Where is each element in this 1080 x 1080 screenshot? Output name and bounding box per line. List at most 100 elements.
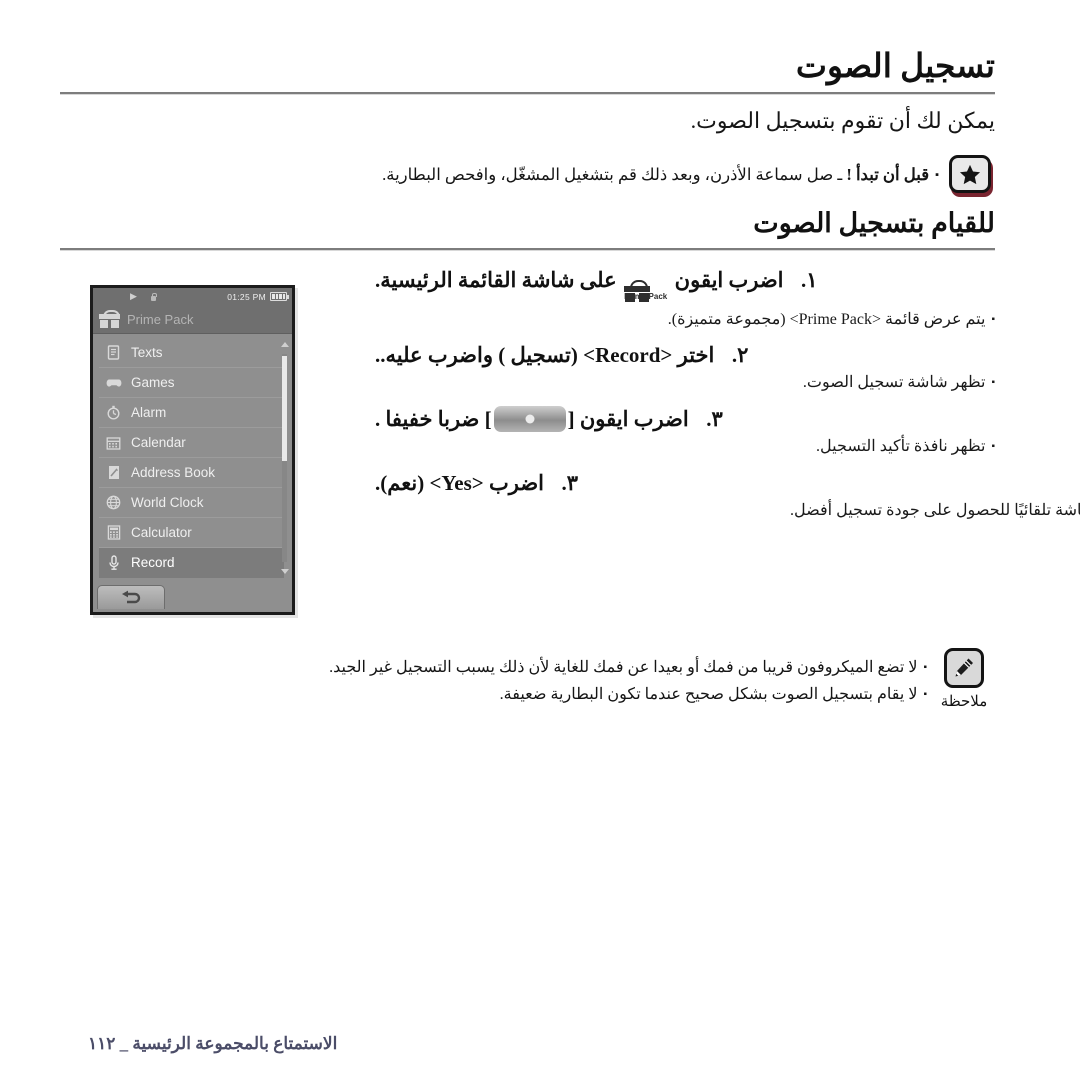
intro-paragraph: يمكن لك أن تقوم بتسجيل الصوت. — [690, 108, 995, 133]
play-icon: ▶ — [130, 291, 137, 301]
device-menu-label: Calendar — [131, 435, 186, 450]
device-title-bar: Prime Pack — [93, 305, 292, 334]
tip-body: ـ صل سماعة الأذرن، وبعد ذلك قم بتشغيل ال… — [382, 165, 843, 184]
device-menu-item-games[interactable]: Games — [99, 368, 284, 398]
manual-page: تسجيل الصوت يمكن لك أن تقوم بتسجيل الصوت… — [0, 0, 1080, 1080]
lock-icon — [150, 292, 157, 301]
step-4: ٣. اضرب <Yes> (نعم). — [375, 471, 995, 496]
step-4-note-text: يبدأ التسجيل ويتم إيقاف الشاشة تلقائيًا … — [790, 501, 1080, 519]
step-text: اختر <Record> (تسجيل ) واضرب عليه.. — [375, 343, 715, 368]
step-text: اضرب ايقون Prime Packعلى شاشة القائمة الر… — [375, 268, 784, 305]
bullet-square: ▪ — [991, 377, 995, 389]
footer-text: الاستمتاع بالمجموعة الرئيسية — [132, 1034, 338, 1053]
step-1-post: على شاشة القائمة الرئيسية. — [375, 268, 617, 292]
pen-note-icon — [955, 658, 973, 677]
device-menu-item-world-clock[interactable]: World Clock — [99, 488, 284, 518]
step-number: ٣. — [561, 470, 578, 495]
step-1-note: ▪ يتم عرض قائمة <Prime Pack> (مجموعة متمي… — [375, 308, 995, 331]
step-number: ٢. — [731, 343, 749, 368]
back-arrow-icon — [122, 590, 141, 603]
device-menu-label: Record — [131, 555, 175, 570]
step-3: ٣. اضرب ايقون [ ] ضربا خفيفا . — [375, 406, 995, 433]
device-menu-item-address-book[interactable]: Address Book — [99, 458, 284, 488]
step-4-note: ▪يبدأ التسجيل ويتم إيقاف الشاشة تلقائيًا… — [375, 499, 1080, 522]
back-button[interactable] — [97, 585, 165, 609]
calendar-icon — [105, 434, 122, 451]
tip-text: ▪ قبل أن تبدأ ! ـ صل سماعة الأذرن، وبعد ذ… — [60, 155, 939, 188]
device-menu-item-texts[interactable]: Texts — [99, 338, 284, 368]
device-screen-mockup: ▶ 01:25 PM Prime Pack Texts Games Alarm … — [90, 285, 295, 615]
step-text: اضرب <Yes> (نعم). — [375, 470, 544, 495]
globe-icon — [105, 494, 122, 511]
bullet-square: ▪ — [991, 314, 995, 325]
bullet-square: ▪ — [923, 689, 927, 701]
step-1: ١. اضرب ايقون Prime Packعلى شاشة القائمة … — [375, 268, 995, 305]
step-2-note: ▪ تظهر شاشة تسجيل الصوت. — [375, 371, 995, 394]
device-menu-item-record[interactable]: Record — [99, 548, 284, 578]
device-menu-item-calculator[interactable]: Calculator — [99, 518, 284, 548]
calculator-icon — [105, 524, 122, 541]
status-clock: 01:25 PM — [227, 291, 266, 302]
bullet-square: ▪ — [991, 441, 995, 453]
note-badge: ملاحظة — [933, 648, 995, 711]
step-number: ١. — [801, 268, 818, 292]
device-menu-label: Texts — [131, 345, 163, 360]
note-badge-face — [944, 648, 984, 688]
step-3-pre: اضرب ايقون [ — [567, 407, 689, 432]
note-line: ▪ لا يقام بتسجيل الصوت بشكل صحيح عندما تك… — [60, 681, 927, 708]
scrollbar-thumb[interactable] — [282, 356, 287, 461]
step-3-post: ] ضربا خفيفا . — [375, 407, 492, 432]
star-badge — [949, 155, 995, 197]
device-title-label: Prime Pack — [127, 311, 194, 327]
section-divider — [60, 248, 995, 251]
bullet-square: ▪ — [923, 662, 927, 673]
tip-lead: قبل أن تبدأ ! — [846, 165, 930, 184]
page-number: ١١٢ — [88, 1034, 116, 1053]
step-3-note-text: تظهر نافذة تأكيد التسجيل. — [816, 438, 986, 456]
star-icon — [959, 164, 981, 184]
note-line: ▪ لا تضع الميكروفون قريبا من فمك أو بعيدا… — [60, 654, 927, 681]
device-menu-item-alarm[interactable]: Alarm — [99, 398, 284, 428]
device-menu-label: Address Book — [131, 465, 216, 480]
record-button-icon — [493, 406, 566, 433]
before-you-start-tip: ▪ قبل أن تبدأ ! ـ صل سماعة الأذرن، وبعد ذ… — [60, 155, 995, 197]
step-2: ٢. اختر <Record> (تسجيل ) واضرب عليه.. — [375, 343, 995, 368]
note-block: ملاحظة ▪ لا تضع الميكروفون قريبا من فمك أ… — [60, 648, 995, 711]
document-icon — [105, 344, 122, 361]
gift-box-icon — [99, 310, 120, 328]
scroll-up-arrow-icon[interactable] — [281, 342, 289, 347]
note-label: ملاحظة — [940, 694, 988, 710]
device-menu-list[interactable]: Texts Games Alarm Calendar Address Book … — [93, 334, 292, 582]
device-menu-label: Games — [131, 375, 175, 390]
badge-face — [949, 155, 991, 193]
step-text: اضرب ايقون [ ] ضربا خفيفا . — [375, 406, 689, 433]
note-line-text: لا يقام بتسجيل الصوت بشكل صحيح عندما تكو… — [499, 686, 918, 704]
page-title: تسجيل الصوت — [795, 49, 995, 85]
alarm-clock-icon — [105, 404, 122, 421]
step-number: ٣. — [706, 407, 723, 432]
note-body: ▪ لا تضع الميكروفون قريبا من فمك أو بعيدا… — [60, 648, 927, 708]
step-1-note-text: يتم عرض قائمة <Prime Pack> (مجموعة متميز… — [667, 311, 986, 328]
section-title: للقيام بتسجيل الصوت — [753, 208, 995, 238]
device-menu-item-calendar[interactable]: Calendar — [99, 428, 284, 458]
microphone-icon — [105, 554, 122, 571]
footer-separator: _ — [119, 1034, 129, 1053]
address-book-icon — [105, 464, 122, 481]
step-3-note: ▪ تظهر نافذة تأكيد التسجيل. — [375, 435, 995, 458]
device-menu-label: Calculator — [131, 525, 192, 540]
page-footer: الاستمتاع بالمجموعة الرئيسية _ ١١٢ — [88, 1034, 337, 1054]
device-status-bar: ▶ 01:25 PM — [93, 288, 292, 305]
step-1-pre: اضرب ايقون — [674, 268, 784, 292]
step-2-note-text: تظهر شاشة تسجيل الصوت. — [802, 374, 986, 392]
bullet-square: ▪ — [935, 169, 939, 181]
title-divider — [60, 92, 995, 95]
vertical-scrollbar[interactable] — [280, 338, 289, 578]
gamepad-icon — [105, 374, 122, 391]
device-footer-bar — [93, 582, 292, 609]
scroll-down-arrow-icon[interactable] — [281, 569, 289, 574]
note-line-text: لا تضع الميكروفون قريبا من فمك أو بعيدا … — [329, 659, 918, 676]
device-menu-label: World Clock — [131, 495, 204, 510]
battery-icon — [270, 292, 289, 301]
instruction-steps: ١. اضرب ايقون Prime Packعلى شاشة القائمة … — [375, 268, 1080, 534]
device-menu-label: Alarm — [131, 405, 167, 420]
